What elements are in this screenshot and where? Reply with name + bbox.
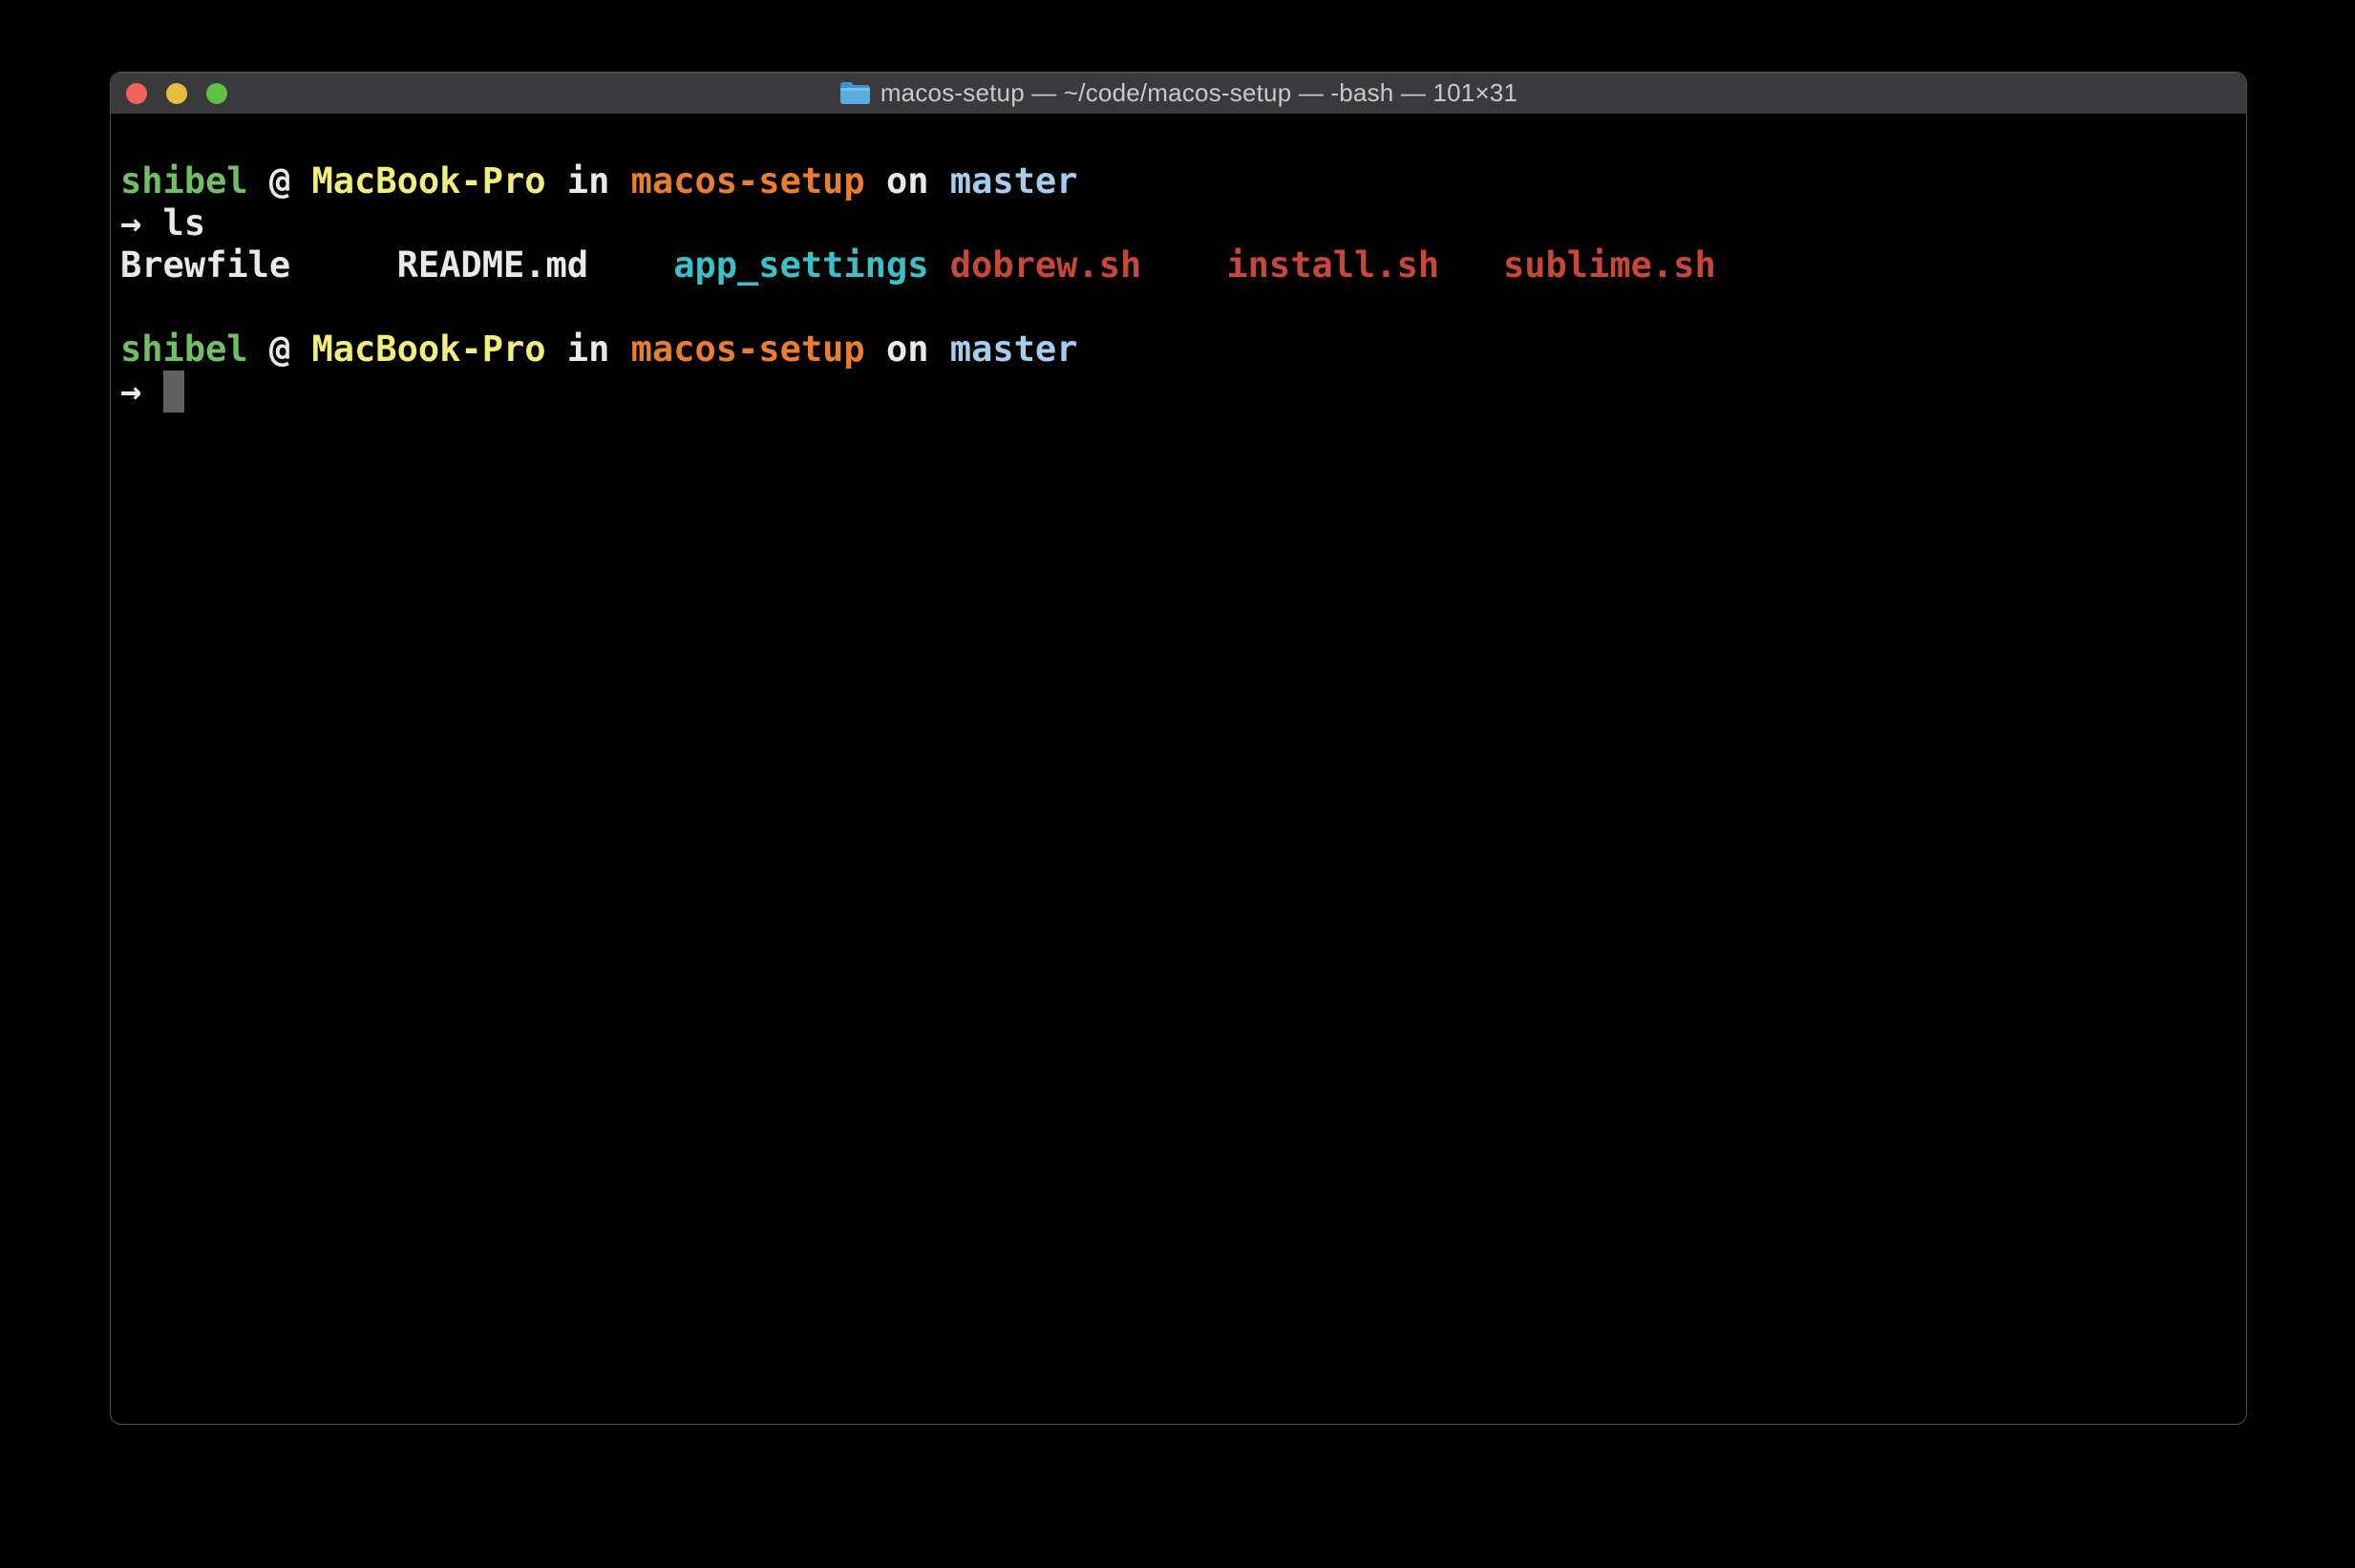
terminal-window: macos-setup — ~/code/macos-setup — -bash… (110, 72, 2247, 1425)
terminal-token: in (545, 328, 631, 370)
window-controls (126, 73, 227, 114)
window-title-group: macos-setup — ~/code/macos-setup — -bash… (839, 78, 1517, 108)
terminal-token: @ (247, 160, 312, 201)
terminal-token: MacBook-Pro (311, 160, 546, 201)
terminal-line: Brewfile README.md app_settings dobrew.s… (120, 244, 2237, 286)
minimize-button[interactable] (166, 82, 187, 104)
close-button[interactable] (126, 82, 147, 104)
desktop: { "window": { "title": "macos-setup — ~/… (0, 0, 2355, 1568)
terminal-token: shibel (120, 160, 248, 201)
terminal-line: → (120, 371, 2237, 413)
terminal-content[interactable]: shibel @ MacBook-Pro in macos-setup on m… (111, 114, 2246, 413)
terminal-cursor (162, 371, 184, 413)
terminal-token: @ (247, 328, 312, 370)
terminal-token: Brewfile (120, 244, 397, 286)
terminal-token: macos-setup (630, 160, 865, 201)
terminal-line: shibel @ MacBook-Pro in macos-setup on m… (120, 160, 2237, 202)
terminal-token: app_settings (673, 244, 950, 286)
terminal-token: README.md (396, 244, 674, 286)
terminal-token: shibel (120, 328, 248, 370)
terminal-token: in (545, 160, 631, 201)
zoom-button[interactable] (206, 82, 227, 104)
terminal-token: on (864, 160, 950, 201)
terminal-token: install.sh (1226, 244, 1503, 286)
terminal-token: sublime.sh (1502, 244, 1716, 286)
terminal-token: macos-setup (630, 328, 865, 370)
terminal-line: shibel @ MacBook-Pro in macos-setup on m… (120, 328, 2237, 371)
terminal-line: → ls (120, 202, 2237, 244)
terminal-token: → ls (120, 202, 206, 244)
window-title: macos-setup — ~/code/macos-setup — -bash… (880, 78, 1518, 107)
terminal-token: → (120, 371, 163, 412)
terminal-token: master (949, 160, 1078, 201)
terminal-token: on (864, 328, 950, 370)
terminal-token: dobrew.sh (949, 244, 1227, 286)
title-bar[interactable]: macos-setup — ~/code/macos-setup — -bash… (111, 73, 2246, 114)
folder-icon (839, 82, 870, 104)
terminal-token: master (949, 328, 1078, 370)
terminal-token: MacBook-Pro (311, 328, 546, 370)
